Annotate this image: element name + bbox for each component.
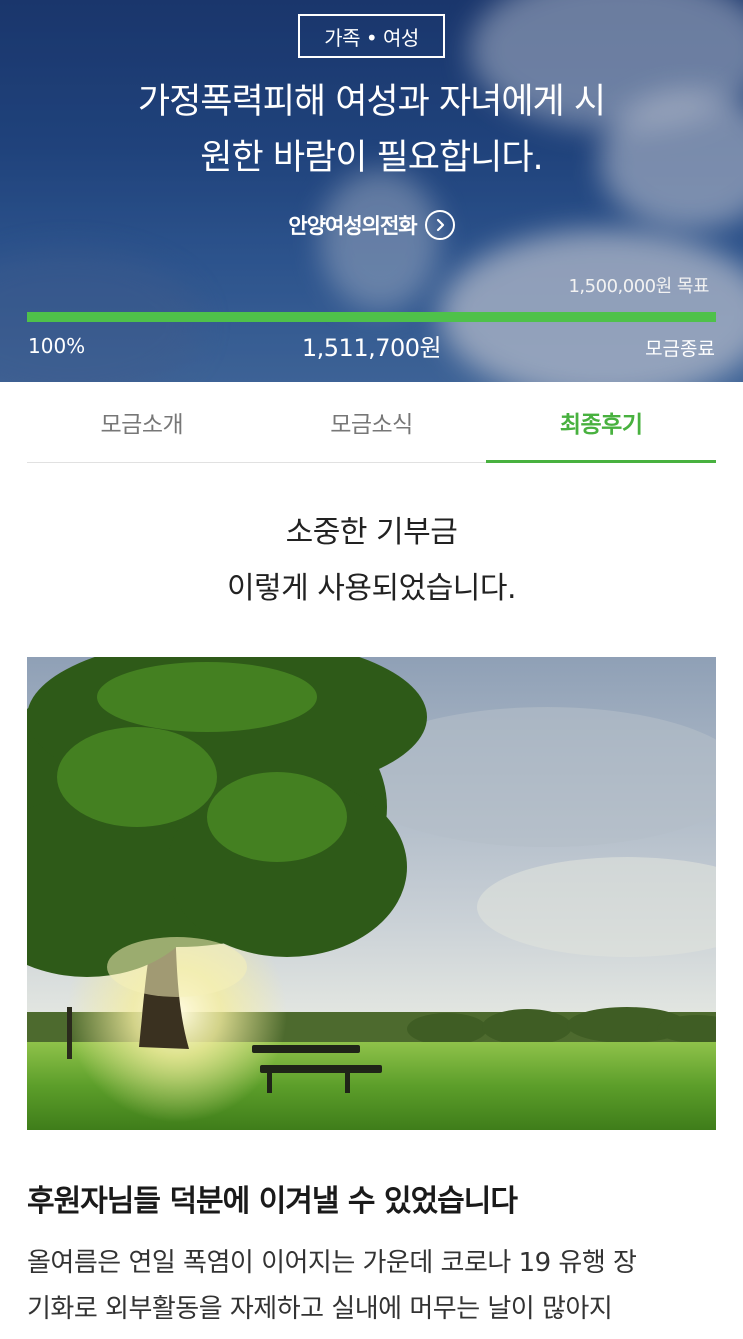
article-title: 후원자님들 덕분에 이겨낼 수 있었습니다 [27,1184,518,1219]
review-intro: 소중한 기부금 이렇게 사용되었습니다. [0,505,743,617]
park-tree-bench-image [27,657,716,1130]
review-intro-line2: 이렇게 사용되었습니다. [226,571,517,606]
campaign-title: 가정폭력피해 여성과 자녀에게 시 원한 바람이 필요합니다. [60,74,683,186]
campaign-title-line1: 가정폭력피해 여성과 자녀에게 시 [137,82,606,122]
tab-news[interactable]: 모금소식 [257,382,487,462]
article-body-line1: 올여름은 연일 폭염이 이어지는 가운데 코로나 19 유행 장 [27,1248,637,1278]
campaign-hero: 가족 • 여성 가정폭력피해 여성과 자녀에게 시 원한 바람이 필요합니다. … [0,0,743,382]
organization-name: 안양여성의전화 [288,214,417,238]
campaign-tabs: 모금소개 모금소식 최종후기 [27,382,716,463]
campaign-title-line2: 원한 바람이 필요합니다. [200,138,543,178]
category-tag: 가족 • 여성 [298,14,445,58]
tab-intro[interactable]: 모금소개 [27,382,257,462]
tab-final-review[interactable]: 최종후기 [486,382,716,463]
goal-amount: 1,500,000원 목표 [568,276,709,297]
funding-progress-bar [27,312,716,322]
article-body: 올여름은 연일 폭염이 이어지는 가운데 코로나 19 유행 장 기화로 외부활… [27,1240,716,1332]
review-photo [27,657,716,1130]
chevron-right-circle-icon [424,210,455,240]
funding-progress-fill [27,312,716,322]
raised-amount: 1,511,700원 [301,334,442,362]
article-body-line2: 기화로 외부활동을 자제하고 실내에 머무는 날이 많아지 [27,1294,613,1324]
review-intro-line1: 소중한 기부금 [285,515,458,550]
campaign-status: 모금종료 [645,338,715,360]
organization-link[interactable]: 안양여성의전화 [0,210,743,240]
